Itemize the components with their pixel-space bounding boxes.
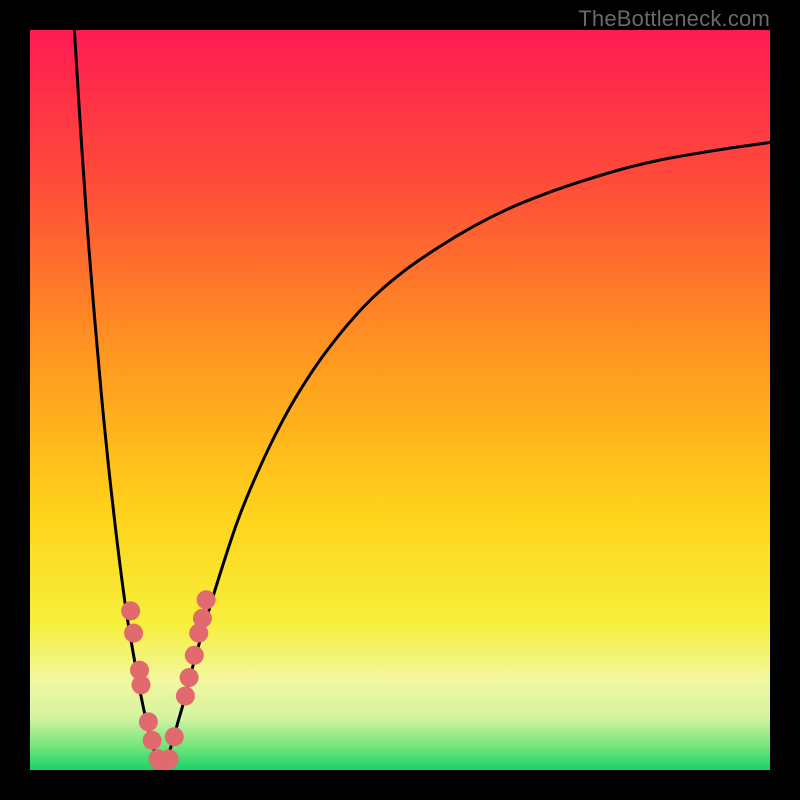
data-marker (185, 646, 204, 665)
data-marker (124, 624, 143, 643)
bottleneck-chart (30, 30, 770, 770)
gradient-background (30, 30, 770, 770)
data-marker (132, 675, 151, 694)
data-marker (176, 687, 195, 706)
data-marker (165, 727, 184, 746)
watermark-text: TheBottleneck.com (578, 6, 770, 32)
data-marker (193, 609, 212, 628)
chart-frame: TheBottleneck.com (0, 0, 800, 800)
data-marker (180, 668, 199, 687)
data-marker (139, 712, 158, 731)
data-marker (160, 749, 179, 768)
data-marker (143, 731, 162, 750)
plot-area (30, 30, 770, 770)
data-marker (121, 601, 140, 620)
data-marker (197, 590, 216, 609)
